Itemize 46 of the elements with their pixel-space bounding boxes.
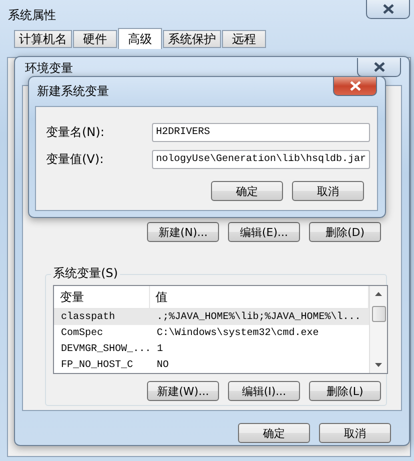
scroll-thumb[interactable]: [372, 306, 386, 322]
field-label: 变量名(N):: [46, 124, 106, 141]
dialog-button[interactable]: 取消: [319, 423, 391, 443]
close-button[interactable]: [366, 0, 410, 19]
close-button[interactable]: [333, 77, 377, 96]
group-label: 系统变量(S): [51, 266, 120, 280]
dialog-title: 新建系统变量: [37, 84, 109, 98]
column-header[interactable]: 变量: [54, 286, 150, 308]
window-title: 系统属性: [8, 8, 56, 22]
list-row[interactable]: FP_NO_HOST_C NO: [54, 357, 369, 373]
variable-name: classpath: [60, 312, 116, 322]
tab[interactable]: 远程: [222, 30, 266, 48]
list-row[interactable]: ComSpec C:\Windows\system32\cmd.exe: [54, 325, 369, 341]
variable-value: C:\Windows\system32\cmd.exe: [156, 328, 320, 338]
dialog-button[interactable]: 取消: [292, 181, 364, 201]
scrollbar[interactable]: [369, 286, 387, 373]
close-icon: [382, 4, 394, 14]
dialog-button[interactable]: 新建(N)...: [147, 222, 219, 242]
scroll-up-icon[interactable]: [375, 292, 382, 296]
variable-name: FP_NO_HOST_C: [60, 360, 134, 370]
list-row[interactable]: DEVMGR_SHOW_... 1: [54, 341, 369, 357]
close-icon: [350, 81, 360, 91]
dialog-button[interactable]: 新建(W)...: [147, 381, 219, 401]
input-field[interactable]: H2DRIVERS: [152, 123, 370, 142]
input-field[interactable]: nologyUse\Generation\lib\hsqldb.jar: [152, 150, 370, 169]
tab[interactable]: 系统保护: [163, 30, 221, 48]
scroll-down-icon[interactable]: [375, 363, 382, 367]
dialog-button[interactable]: 编辑(I)...: [228, 381, 300, 401]
window-title: 环境变量: [25, 61, 73, 75]
dialog-button[interactable]: 编辑(E)...: [228, 222, 300, 242]
tab[interactable]: 计算机名: [14, 30, 72, 48]
tab[interactable]: 高级: [118, 28, 162, 49]
variable-name: ComSpec: [60, 328, 104, 338]
variable-value: 1: [156, 344, 164, 354]
tab[interactable]: 硬件: [73, 30, 117, 48]
close-icon: [374, 62, 384, 72]
variable-value: NO: [156, 360, 170, 370]
dialog-button[interactable]: 确定: [238, 423, 310, 443]
variable-value: .;%JAVA_HOME%\lib;%JAVA_HOME%\l...: [156, 312, 362, 322]
variable-name: DEVMGR_SHOW_...: [60, 344, 150, 354]
list-row[interactable]: classpath .;%JAVA_HOME%\lib;%JAVA_HOME%\l...: [54, 309, 369, 325]
close-button[interactable]: [357, 58, 401, 77]
dialog-button[interactable]: 确定: [211, 181, 283, 201]
dialog-button[interactable]: 删除(L): [309, 381, 381, 401]
field-label: 变量值(V):: [46, 151, 105, 168]
dialog-button[interactable]: 删除(D): [309, 222, 381, 242]
